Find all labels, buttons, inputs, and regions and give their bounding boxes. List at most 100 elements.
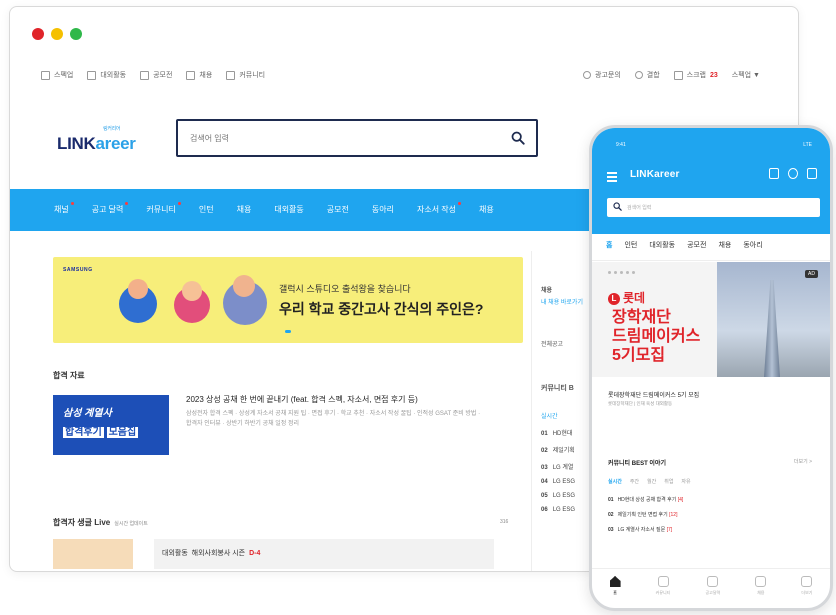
mobile-tab[interactable]: 동아리 <box>743 240 762 260</box>
mobile-tab[interactable]: 채용 <box>718 240 731 260</box>
util-link-specup[interactable]: 스펙업 <box>41 70 73 80</box>
new-indicator-dot <box>125 202 129 205</box>
nav-item[interactable]: 인턴 <box>199 204 214 215</box>
live-card[interactable]: 대외활동 해외사회봉사 시즌 D-4 <box>154 539 494 569</box>
post-description: 삼성전자 합격 스펙 · 상성계 자소서 공채 지원 팁 · 면접 후기 · 학… <box>186 411 481 427</box>
status-time: 9:41 <box>616 142 626 148</box>
samsung-logo: SAMSUNG <box>63 267 93 273</box>
mobile-phone-mockup: 9:41 LTE LINKareer 검색어 입력 홈 인턴 대외활동 공모전 채용 동아… <box>589 125 833 611</box>
hamburger-menu-icon[interactable] <box>607 172 617 184</box>
person-illustration <box>233 275 255 297</box>
mobile-tab[interactable]: 홈 <box>606 240 612 260</box>
scrap-count-badge: 23 <box>710 71 718 79</box>
new-indicator-dot <box>458 202 461 205</box>
mobile-logo[interactable]: LINKareer <box>630 169 680 180</box>
nav-item[interactable]: 채용 <box>237 204 252 215</box>
nav-item[interactable]: 대외활동 <box>274 204 303 215</box>
account-menu[interactable]: 스펙업 ▼ <box>732 70 760 80</box>
filter-chip[interactable]: 월간 <box>647 478 656 485</box>
post-thumbnail[interactable]: 삼성 계열사 합격후기 모음집 <box>53 395 169 455</box>
mobile-tab-bar: 홈 인턴 대외활동 공모전 채용 동아리 <box>592 234 830 261</box>
nav-item[interactable]: 채널 <box>54 202 74 215</box>
banner-caption-sub: 롯데장학재단 | 인재 육성 대외활동 <box>608 401 673 406</box>
link-icon <box>634 71 643 79</box>
status-signal: LTE <box>803 142 812 148</box>
briefcase-icon <box>755 576 767 587</box>
info-icon <box>583 71 592 79</box>
bookmark-icon <box>673 70 683 80</box>
util-link-community[interactable]: 커뮤니티 <box>226 70 265 80</box>
page-icon <box>186 70 196 80</box>
filter-chip[interactable]: 취업 <box>664 478 673 485</box>
utility-bar: 스펙업 대외활동 공모전 채용 커뮤니티 광고문의 결합 스크랩 23 스펙업 ▼ <box>32 68 776 84</box>
nav-item[interactable]: 채용 <box>479 204 494 215</box>
best-post-list: 01 HD현대 상성 공채 합격 후기 [4] 02 제일기획 인턴 면접 후기 [1… <box>608 496 683 541</box>
list-item[interactable]: 02 제일기획 인턴 면접 후기 [12] <box>608 511 683 518</box>
filter-chip[interactable]: 자유 <box>681 478 690 485</box>
banner-pager <box>608 271 635 274</box>
person-illustration <box>128 279 148 299</box>
page-icon <box>140 70 150 80</box>
bottom-nav-item[interactable]: 홈 <box>609 576 621 608</box>
util-link-activities[interactable]: 대외활동 <box>87 70 126 80</box>
bottom-nav-item[interactable]: 공고달력 <box>705 576 720 608</box>
chat-icon <box>657 576 669 587</box>
nav-item[interactable]: 자소서 작성 <box>417 202 461 215</box>
best-filter-chips: 실시간 주간 월간 취업 자유 <box>608 478 691 485</box>
mobile-bottom-nav: 홈 커뮤니티 공고달력 채용 더보기 <box>592 568 830 608</box>
mobile-tab[interactable]: 대외활동 <box>649 240 675 260</box>
bottom-nav-item[interactable]: 더보기 <box>801 576 812 608</box>
banner-pager[interactable] <box>285 330 291 333</box>
minimize-window-button[interactable] <box>51 28 63 40</box>
bookmark-icon[interactable] <box>807 168 817 179</box>
calendar-icon[interactable] <box>769 168 779 179</box>
nav-item[interactable]: 커뮤니티 <box>146 202 181 215</box>
calendar-icon <box>707 576 719 587</box>
new-indicator-dot <box>177 202 181 205</box>
banner-caption[interactable]: 롯데장학재단 드림메이커스 5기 모집 <box>608 390 699 399</box>
mobile-ad-banner[interactable]: AD L 롯데 장학재단 드림메이커스 5기모집 <box>592 262 830 377</box>
nav-item[interactable]: 공모전 <box>327 204 349 215</box>
banner-title: 우리 학교 중간고사 간식의 주인은? <box>279 301 484 317</box>
search-icon <box>613 202 622 211</box>
util-link-contests[interactable]: 공모전 <box>140 70 172 80</box>
bottom-nav-item[interactable]: 채용 <box>755 576 767 608</box>
live-thumbnail[interactable] <box>53 539 133 569</box>
util-scrap[interactable]: 스크랩 23 <box>673 70 718 80</box>
window-controls <box>32 28 82 40</box>
search-input[interactable] <box>190 130 490 146</box>
maximize-window-button[interactable] <box>70 28 82 40</box>
bottom-nav-item[interactable]: 커뮤니티 <box>656 576 670 608</box>
mobile-tab[interactable]: 인턴 <box>624 240 637 260</box>
list-item[interactable]: 03 LG 계열사 자소서 질문 [7] <box>608 526 683 533</box>
util-ad-inquiry[interactable]: 광고문의 <box>583 70 621 80</box>
section-title-pass-material: 합격 자료 <box>53 371 85 380</box>
nav-item[interactable]: 동아리 <box>372 204 394 215</box>
site-logo[interactable]: LINKareer 링커리어 <box>57 126 136 154</box>
mobile-search-bar[interactable]: 검색어 입력 <box>607 198 820 217</box>
live-count: 316 <box>500 519 509 525</box>
more-icon <box>801 576 813 587</box>
mobile-tab[interactable]: 공모전 <box>687 240 706 260</box>
page-icon <box>87 70 97 80</box>
filter-chip[interactable]: 실시간 <box>608 478 622 485</box>
page-icon <box>41 70 50 80</box>
home-icon <box>609 576 621 587</box>
list-item[interactable]: 01 HD현대 상성 공채 합격 후기 [4] <box>608 496 683 503</box>
search-box <box>176 119 538 157</box>
person-illustration <box>182 281 202 301</box>
banner-subtitle: 갤럭시 스튜디오 출석왕을 찾습니다 <box>279 284 411 294</box>
banner-headline: 장학재단 드림메이커스 5기모집 <box>612 309 701 364</box>
close-window-button[interactable] <box>32 28 44 40</box>
post-title-link[interactable]: 2023 상성 공채 한 번에 끝내기 (feat. 합격 스펙, 자소서, 면… <box>186 394 418 405</box>
page-icon <box>226 70 236 80</box>
nav-item[interactable]: 공고 달력 <box>92 202 129 215</box>
util-combine[interactable]: 결합 <box>634 70 660 80</box>
notification-icon[interactable] <box>788 168 798 179</box>
search-icon[interactable] <box>511 131 525 145</box>
util-link-jobs[interactable]: 채용 <box>186 70 212 80</box>
best-more-link[interactable]: 더보기 > <box>794 458 812 465</box>
filter-chip[interactable]: 주간 <box>630 478 639 485</box>
lotte-brand: L 롯데 <box>608 289 645 306</box>
promo-banner[interactable]: SAMSUNG 갤럭시 스튜디오 출석왕을 찾습니다 우리 학교 중간고사 간식… <box>53 257 523 343</box>
